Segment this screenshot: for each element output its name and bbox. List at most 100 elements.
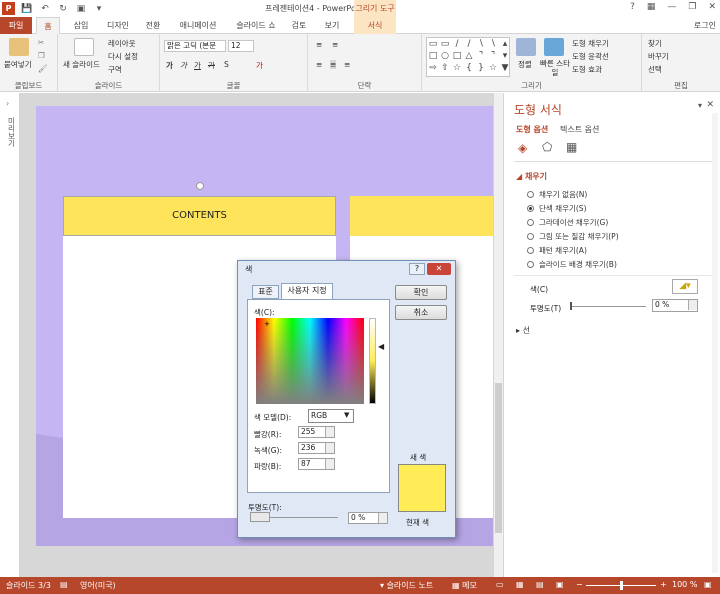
shape-outline-button[interactable]: 도형 윤곽선 (572, 51, 609, 62)
luminance-slider[interactable] (369, 318, 376, 404)
quick-styles-icon[interactable] (544, 38, 564, 56)
fill-section-toggle[interactable]: ◢ 채우기 (516, 171, 547, 182)
color-picker-button[interactable]: ◢▾ (672, 279, 698, 294)
cancel-button[interactable]: 취소 (395, 305, 447, 320)
ribbon-display-icon[interactable]: ▦ (647, 2, 656, 12)
line-shape-icon[interactable]: ⌝ (487, 50, 499, 62)
green-input[interactable]: 236 (298, 442, 335, 454)
font-size-combo[interactable]: 12 (228, 40, 254, 52)
size-properties-icon[interactable]: ▦ (566, 140, 577, 154)
save-icon[interactable]: 💾 (21, 3, 33, 15)
replace-button[interactable]: 바꾸기 (648, 51, 669, 62)
numbering-icon[interactable]: ≡ (332, 40, 338, 49)
undo-icon[interactable]: ↶ (39, 3, 51, 15)
tab-view[interactable]: 보기 (314, 17, 350, 34)
italic-icon[interactable]: 가 (180, 60, 187, 71)
section-button[interactable]: 구역 (108, 64, 122, 75)
normal-view-icon[interactable]: ▭ (496, 580, 504, 589)
new-slide-icon[interactable] (74, 38, 94, 56)
tab-design[interactable]: 디자인 (100, 17, 136, 34)
align-center-icon[interactable]: ≡ (330, 60, 337, 69)
copy-icon[interactable]: ❐ (38, 51, 45, 60)
more-shapes-icon[interactable]: ▼ (499, 62, 511, 74)
comments-button[interactable]: ▦ 메모 (452, 580, 477, 591)
dialog-transparency-thumb[interactable] (250, 512, 270, 522)
tab-animations[interactable]: 애니메이션 (170, 17, 226, 34)
star-shape-icon[interactable]: ☆ (487, 62, 499, 74)
align-right-icon[interactable]: ≡ (344, 60, 350, 69)
color-model-dropdown-icon[interactable]: ▼ (344, 411, 349, 419)
pane-scrollbar[interactable] (712, 113, 718, 573)
star-shape-icon[interactable]: ☆ (451, 62, 463, 74)
underline-icon[interactable]: 가 (194, 60, 201, 71)
effects-icon[interactable]: ⬠ (542, 140, 552, 154)
slideshow-icon[interactable]: ▣ (75, 3, 87, 15)
fit-slide-icon[interactable]: ▣ (704, 580, 712, 589)
pane-close-icon[interactable]: ✕ (706, 100, 714, 110)
tab-review[interactable]: 검토 (286, 17, 312, 34)
fill-option-solid[interactable]: 단색 채우기(S) (527, 203, 587, 214)
font-color-icon[interactable]: 가 (256, 60, 263, 71)
arrow-shape-icon[interactable]: ⇨ (427, 62, 439, 74)
fill-option-none[interactable]: 채우기 없음(N) (527, 189, 587, 200)
slideshow-view-icon[interactable]: ▣ (556, 580, 564, 589)
arrow-shape-icon[interactable]: ⇧ (439, 62, 451, 74)
blue-input[interactable]: 87 (298, 458, 335, 470)
contents-label-shape[interactable]: CONTENTS (63, 196, 336, 236)
close-icon[interactable]: ✕ (708, 2, 716, 12)
transparency-input[interactable]: 0 % (652, 299, 698, 312)
spellcheck-icon[interactable]: ▤ (60, 580, 68, 589)
font-name-combo[interactable]: 맑은 고딕 (본문 (164, 40, 226, 52)
tab-transitions[interactable]: 전환 (138, 17, 168, 34)
zoom-out-icon[interactable]: − (576, 580, 583, 589)
tab-home[interactable]: 홈 (36, 17, 60, 34)
bullets-icon[interactable]: ≡ (316, 40, 322, 49)
quick-styles-button[interactable]: 빠른 스타일 (540, 59, 570, 77)
login-link[interactable]: 로그인 (694, 20, 716, 31)
red-input[interactable]: 255 (298, 426, 335, 438)
cut-icon[interactable]: ✂ (38, 38, 44, 47)
scroll-up-icon[interactable]: ▴ (499, 38, 511, 50)
dialog-help-icon[interactable]: ? (409, 263, 425, 275)
rotate-handle-icon[interactable] (196, 182, 204, 190)
fill-option-picture[interactable]: 그림 또는 질감 채우기(P) (527, 231, 619, 242)
spectrum-crosshair-icon[interactable]: + (264, 320, 270, 328)
zoom-in-icon[interactable]: + (660, 580, 667, 589)
tab-insert[interactable]: 삽입 (64, 17, 98, 34)
layout-button[interactable]: 레이아웃 (108, 38, 136, 49)
minimize-icon[interactable]: — (667, 2, 676, 12)
bold-icon[interactable]: 가 (166, 60, 173, 71)
line-shape-icon[interactable]: ⌝ (475, 50, 487, 62)
redo-icon[interactable]: ↻ (57, 3, 69, 15)
shadow-icon[interactable]: S (224, 60, 229, 69)
rectangle-shape-icon[interactable]: □ (427, 50, 439, 62)
pane-options-icon[interactable]: ▾ (698, 101, 702, 110)
triangle-shape-icon[interactable]: △ (463, 50, 475, 62)
strikethrough-icon[interactable]: 가 (208, 60, 215, 71)
transparency-slider-thumb[interactable] (570, 302, 572, 310)
tab-standard[interactable]: 표준 (252, 285, 279, 299)
reading-view-icon[interactable]: ▤ (536, 580, 544, 589)
shape-fill-button[interactable]: 도형 채우기 (572, 38, 609, 49)
tab-text-options[interactable]: 텍스트 옵션 (560, 124, 599, 135)
color-spectrum[interactable] (256, 318, 364, 404)
brace-shape-icon[interactable]: { (463, 62, 475, 74)
shapes-gallery[interactable]: ▭ ▭ ∕ ∕ ∖ ∖ ▴ □ ○ □ △ ⌝ ⌝ ▾ ⇨ ⇧ ☆{} ☆ ▼ (426, 37, 510, 77)
shape-effects-button[interactable]: 도형 효과 (572, 64, 602, 75)
customize-qat-icon[interactable]: ▾ (93, 3, 105, 15)
line-shape-icon[interactable]: ∕ (463, 38, 475, 50)
tab-slideshow[interactable]: 슬라이드 쇼 (228, 17, 284, 34)
brace-shape-icon[interactable]: } (475, 62, 487, 74)
slide-sorter-icon[interactable]: ▦ (516, 580, 524, 589)
fill-option-slide-background[interactable]: 슬라이드 배경 채우기(B) (527, 259, 617, 270)
fill-option-gradient[interactable]: 그라데이션 채우기(G) (527, 217, 608, 228)
find-button[interactable]: 찾기 (648, 38, 662, 49)
zoom-slider-thumb[interactable] (620, 581, 623, 590)
line-shape-icon[interactable]: ∕ (451, 38, 463, 50)
select-button[interactable]: 선택 (648, 64, 662, 75)
vertical-scrollbar[interactable] (493, 93, 503, 577)
ok-button[interactable]: 확인 (395, 285, 447, 300)
dialog-transparency-input[interactable]: 0 % (348, 512, 388, 524)
language-indicator[interactable]: 영어(미국) (80, 580, 116, 591)
label-shape[interactable] (350, 196, 494, 236)
